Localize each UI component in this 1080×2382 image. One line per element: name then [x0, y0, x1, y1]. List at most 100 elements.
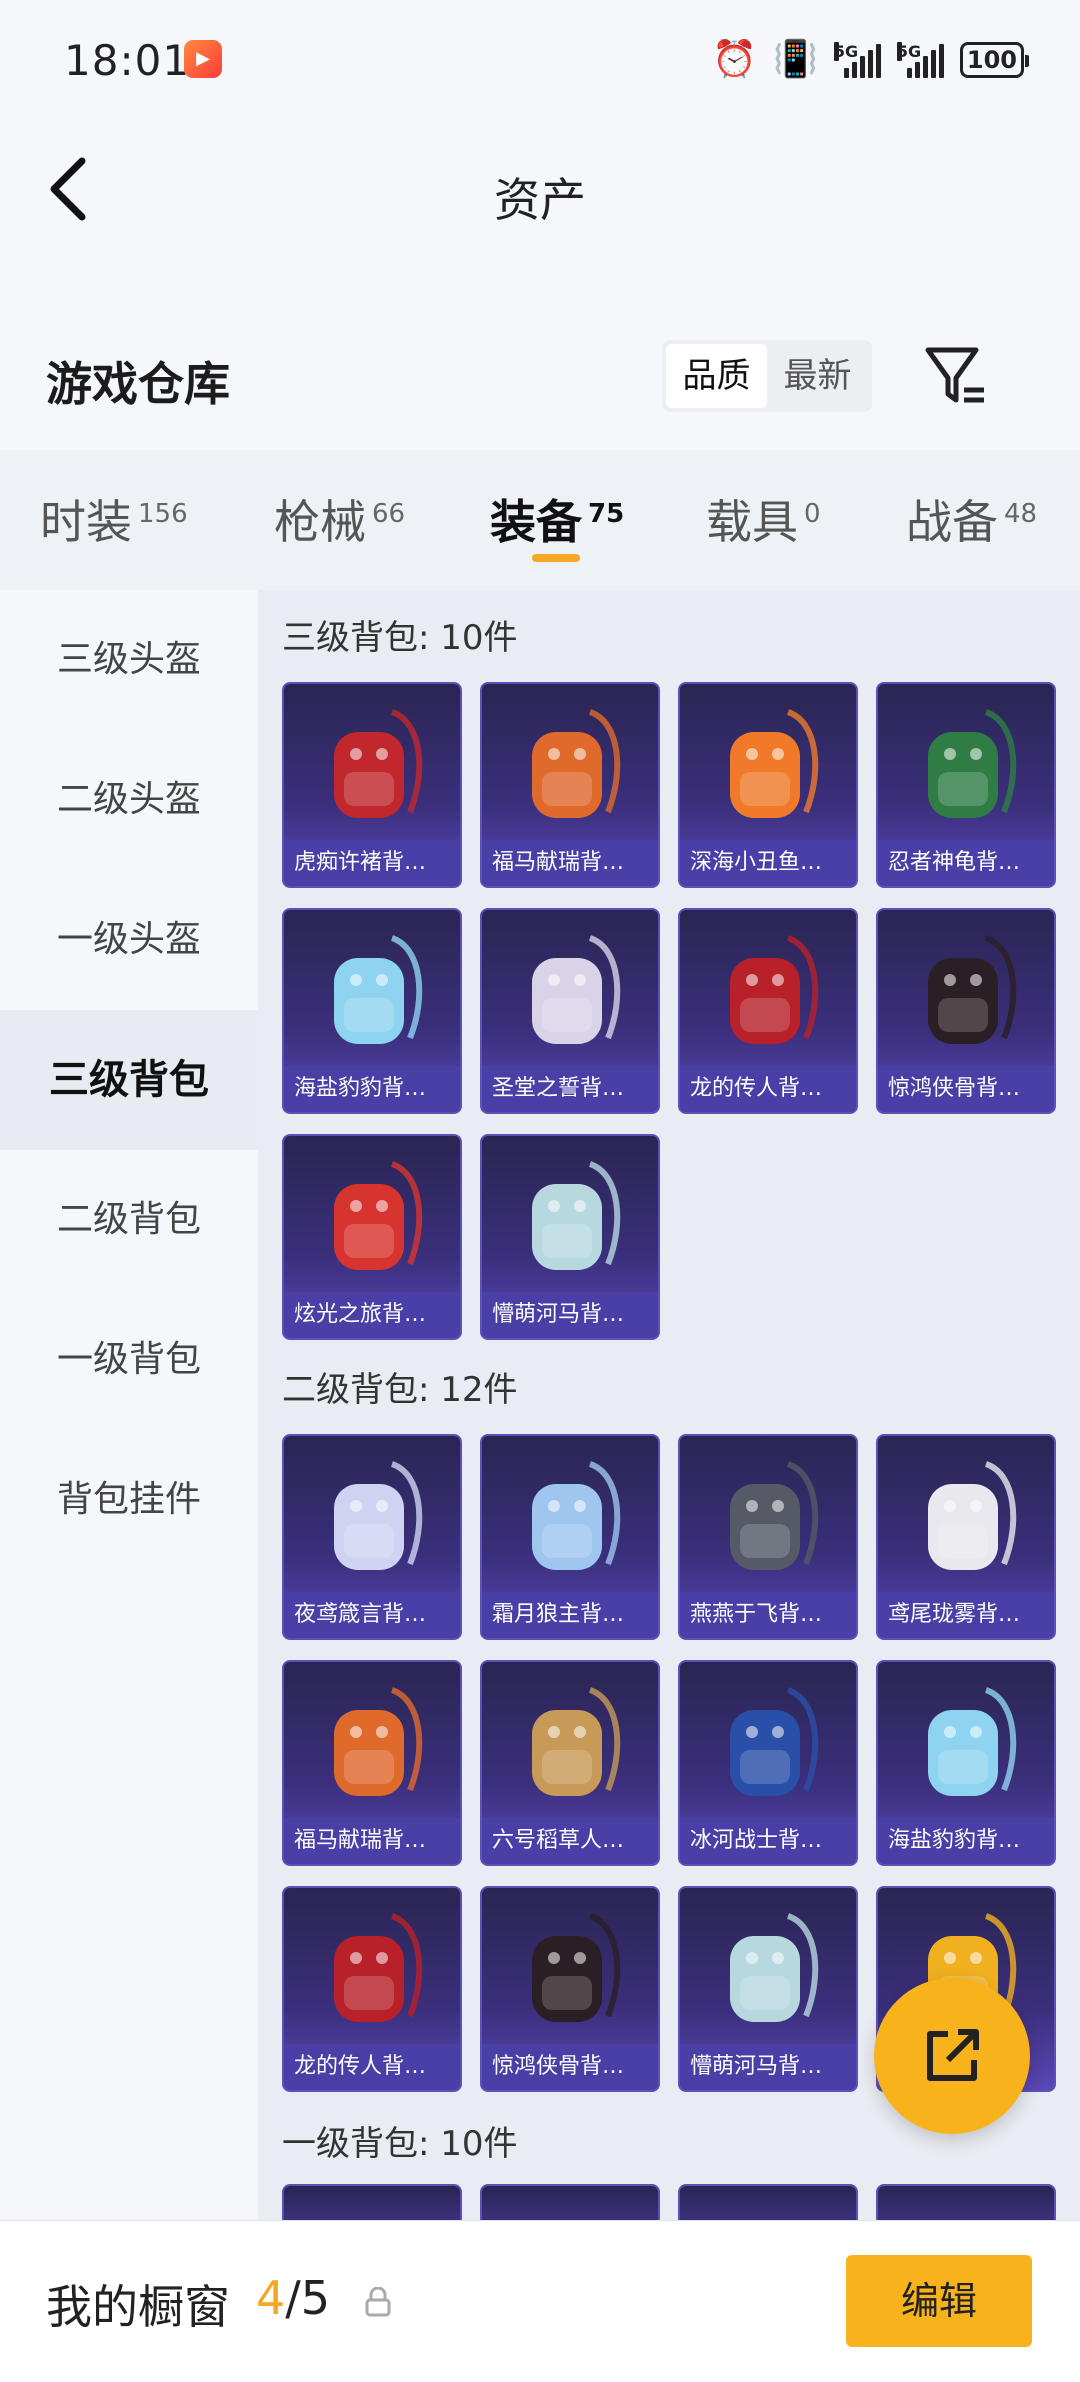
backpack-icon: [908, 1454, 1028, 1584]
sidebar-item-level3-helmet[interactable]: 三级头盔: [0, 590, 258, 730]
tab-guns[interactable]: 枪械 66: [274, 486, 405, 552]
bottom-bar: 我的橱窗 4/5 编辑: [0, 2220, 1080, 2382]
sidebar-item-level2-helmet[interactable]: 二级头盔: [0, 730, 258, 870]
item-card-label: 虎痴许褚背…: [284, 840, 460, 886]
backpack-icon: [512, 1154, 632, 1284]
item-card-partial[interactable]: [480, 2184, 660, 2220]
backpack-icon: [512, 1680, 632, 1810]
sidebar-item-level2-backpack[interactable]: 二级背包: [0, 1150, 258, 1290]
tab-equipment[interactable]: 装备 75: [490, 486, 624, 552]
item-card[interactable]: 惊鸿侠骨背…: [480, 1886, 660, 2092]
item-card[interactable]: 懵萌河马背…: [480, 1134, 660, 1340]
warehouse-row: 游戏仓库 品质 最新: [0, 320, 1080, 440]
backpack-icon: [512, 928, 632, 1058]
item-card-label: 懵萌河马背…: [482, 1292, 658, 1338]
item-card[interactable]: 夜鸢箴言背…: [282, 1434, 462, 1640]
header: 资产: [0, 120, 1080, 260]
sidebar-item-backpack-charm[interactable]: 背包挂件: [0, 1430, 258, 1570]
showcase-label: 我的橱窗: [46, 2280, 230, 2334]
sort-option-quality[interactable]: 品质: [666, 344, 767, 408]
warehouse-title: 游戏仓库: [46, 357, 230, 411]
category-tabs: 时装 156 枪械 66 装备 75 载具 0 战备 48: [0, 450, 1080, 590]
sidebar-item-level1-backpack[interactable]: 一级背包: [0, 1290, 258, 1430]
lock-icon: [364, 2286, 392, 2321]
item-card-label: 懵萌河马背…: [680, 2044, 856, 2090]
item-card[interactable]: 海盐豹豹背…: [282, 908, 462, 1114]
item-card-label: 霜月狼主背…: [482, 1592, 658, 1638]
item-card-label: 福马献瑞背…: [482, 840, 658, 886]
item-card[interactable]: 忍者神龟背…: [876, 682, 1056, 888]
item-card[interactable]: 福马献瑞背…: [282, 1660, 462, 1866]
backpack-icon: [710, 1454, 830, 1584]
alarm-icon: ⏰: [712, 39, 758, 80]
item-card-label: 忍者神龟背…: [878, 840, 1054, 886]
section-title-level1: 一级背包: 10件: [282, 2124, 518, 2164]
backpack-icon: [314, 928, 434, 1058]
item-card-label: 龙的传人背…: [284, 2044, 460, 2090]
edit-button[interactable]: 编辑: [846, 2255, 1032, 2347]
signal-5g-icon: 5G: [833, 42, 881, 78]
item-card-partial[interactable]: [282, 2184, 462, 2220]
item-card[interactable]: 六号稻草人…: [480, 1660, 660, 1866]
signal-5g-icon: 5G: [896, 42, 944, 78]
status-icons: ⏰ 📳 5G 5G 100: [712, 39, 1030, 80]
backpack-icon: [512, 702, 632, 832]
item-card-label: 深海小丑鱼…: [680, 840, 856, 886]
section-title-level3: 三级背包: 10件: [282, 618, 518, 658]
share-external-icon: [927, 2029, 979, 2081]
share-button[interactable]: [874, 1978, 1030, 2134]
item-card[interactable]: 霜月狼主背…: [480, 1434, 660, 1640]
item-card-label: 炫光之旅背…: [284, 1292, 460, 1338]
page-title: 资产: [494, 173, 586, 227]
item-card[interactable]: 虎痴许褚背…: [282, 682, 462, 888]
item-card[interactable]: 炫光之旅背…: [282, 1134, 462, 1340]
item-card-label: 惊鸿侠骨背…: [878, 1066, 1054, 1112]
section-title-level2: 二级背包: 12件: [282, 1370, 518, 1410]
sidebar-item-level1-helmet[interactable]: 一级头盔: [0, 870, 258, 1010]
item-card-partial[interactable]: [876, 2184, 1056, 2220]
item-card[interactable]: 圣堂之誓背…: [480, 908, 660, 1114]
backpack-icon: [908, 702, 1028, 832]
status-time: 18:01: [64, 36, 191, 85]
item-card[interactable]: 福马献瑞背…: [480, 682, 660, 888]
item-card[interactable]: 懵萌河马背…: [678, 1886, 858, 2092]
backpack-icon: [710, 1906, 830, 2036]
item-card[interactable]: 鸢尾珑雾背…: [876, 1434, 1056, 1640]
item-card[interactable]: 海盐豹豹背…: [876, 1660, 1056, 1866]
tab-vehicles[interactable]: 载具 0: [706, 486, 821, 552]
item-card-label: 海盐豹豹背…: [878, 1818, 1054, 1864]
backpack-icon: [314, 1906, 434, 2036]
backpack-icon: [710, 1680, 830, 1810]
filter-button[interactable]: [924, 342, 988, 412]
sort-toggle: 品质 最新: [662, 340, 872, 412]
item-card[interactable]: 燕燕于飞背…: [678, 1434, 858, 1640]
kuaishou-icon: ▶: [184, 40, 222, 78]
backpack-icon: [710, 702, 830, 832]
item-card[interactable]: 龙的传人背…: [282, 1886, 462, 2092]
showcase-count: 4/5: [256, 2271, 331, 2325]
sort-option-newest[interactable]: 最新: [767, 344, 868, 408]
backpack-icon: [314, 702, 434, 832]
tab-supplies[interactable]: 战备 48: [906, 486, 1037, 552]
item-grid: 三级背包: 10件 虎痴许褚背… 福马献瑞背… 深海小丑鱼… 忍者神龟背… 海盐豹豹背……: [258, 590, 1080, 2220]
backpack-icon: [512, 1906, 632, 2036]
backpack-icon: [314, 1680, 434, 1810]
item-card[interactable]: 深海小丑鱼…: [678, 682, 858, 888]
sidebar: 三级头盔 二级头盔 一级头盔 三级背包 二级背包 一级背包 背包挂件: [0, 590, 258, 2220]
item-card-label: 圣堂之誓背…: [482, 1066, 658, 1112]
filter-icon: [925, 347, 984, 403]
item-card-label: 鸢尾珑雾背…: [878, 1592, 1054, 1638]
backpack-icon: [710, 928, 830, 1058]
sidebar-item-level3-backpack[interactable]: 三级背包: [0, 1010, 258, 1150]
backpack-icon: [314, 1454, 434, 1584]
item-card[interactable]: 惊鸿侠骨背…: [876, 908, 1056, 1114]
item-card-partial[interactable]: [678, 2184, 858, 2220]
item-card-label: 海盐豹豹背…: [284, 1066, 460, 1112]
item-card-label: 龙的传人背…: [680, 1066, 856, 1112]
item-card-label: 惊鸿侠骨背…: [482, 2044, 658, 2090]
item-card[interactable]: 冰河战士背…: [678, 1660, 858, 1866]
item-card-label: 冰河战士背…: [680, 1818, 856, 1864]
tab-fashion[interactable]: 时装 156: [40, 486, 188, 552]
item-card-label: 六号稻草人…: [482, 1818, 658, 1864]
item-card[interactable]: 龙的传人背…: [678, 908, 858, 1114]
